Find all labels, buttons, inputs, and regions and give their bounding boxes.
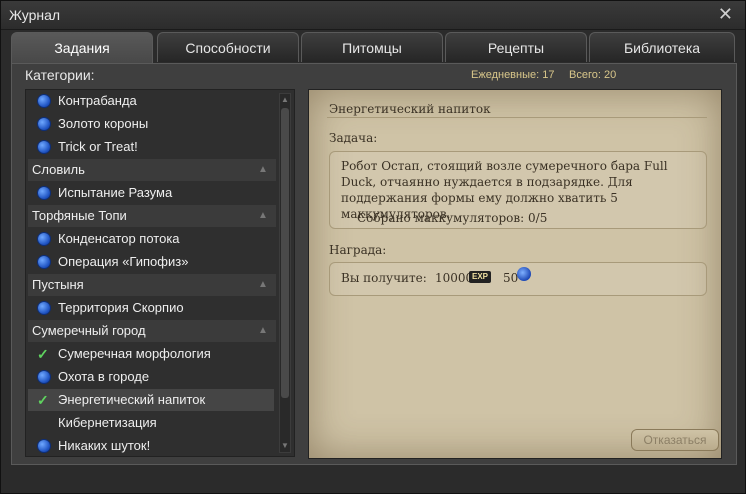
- window-title: Журнал: [9, 7, 61, 23]
- quest-active-icon: [38, 302, 50, 314]
- reward-exp-value: 10000: [435, 271, 474, 285]
- tab-bar: Задания Способности Питомцы Рецепты Библ…: [11, 32, 737, 65]
- collapse-icon[interactable]: ▲: [256, 210, 270, 222]
- quest-row-label: Кибернетизация: [58, 415, 157, 430]
- journal-window: Журнал ✕ Задания Способности Питомцы Рец…: [0, 0, 746, 494]
- scroll-down-icon[interactable]: ▼: [281, 441, 289, 451]
- quest-row[interactable]: Конденсатор потока: [28, 228, 274, 250]
- quest-row-label: Конденсатор потока: [58, 231, 180, 246]
- task-label: Задача:: [329, 131, 378, 145]
- quest-row-label: Trick or Treat!: [58, 139, 138, 154]
- quest-row-label: Территория Скорпио: [58, 300, 184, 315]
- quest-row[interactable]: ✓ Сумеречная морфология: [28, 343, 274, 365]
- quest-complete-icon: ✓: [37, 346, 49, 362]
- tab-pets[interactable]: Питомцы: [301, 32, 443, 62]
- quest-active-icon: [38, 440, 50, 452]
- quest-row[interactable]: Trick or Treat!: [28, 136, 274, 158]
- quest-progress: Собрано маккумуляторов: 0/5: [357, 211, 548, 225]
- total-count: Всего: 20: [569, 69, 617, 81]
- decline-button[interactable]: Отказаться: [631, 429, 719, 451]
- reward-prefix: Вы получите:: [341, 271, 427, 285]
- quest-active-icon: [38, 233, 50, 245]
- quest-row[interactable]: ✓ Энергетический напиток: [28, 389, 274, 411]
- quest-row-label: Никаких шуток!: [58, 438, 151, 453]
- close-icon[interactable]: ✕: [718, 4, 733, 24]
- quest-active-icon: [38, 95, 50, 107]
- quest-row[interactable]: Контрабанда: [28, 90, 274, 112]
- collapse-icon[interactable]: ▲: [256, 279, 270, 291]
- quest-row-label: Испытание Разума: [58, 185, 173, 200]
- categories-label: Категории:: [25, 67, 95, 83]
- quest-active-icon: [38, 141, 50, 153]
- energy-icon: [517, 267, 531, 281]
- collapse-icon[interactable]: ▲: [256, 164, 270, 176]
- quest-row[interactable]: Испытание Разума: [28, 182, 274, 204]
- collapse-icon[interactable]: ▲: [256, 325, 270, 337]
- tab-quests[interactable]: Задания: [11, 32, 153, 65]
- category-header[interactable]: Пустыня ▲: [28, 274, 276, 296]
- scroll-up-icon[interactable]: ▲: [281, 95, 289, 105]
- quest-row-label: Золото короны: [58, 116, 149, 131]
- quest-list: Контрабанда Золото короны Trick or Treat! С…: [25, 89, 295, 457]
- quest-row[interactable]: Территория Скорпио: [28, 297, 274, 319]
- category-header-label: Пустыня: [32, 277, 84, 292]
- quest-row-label: Сумеречная морфология: [58, 346, 211, 361]
- quest-row-label: Охота в городе: [58, 369, 150, 384]
- tab-recipes[interactable]: Рецепты: [445, 32, 587, 62]
- quest-row-label: Энергетический напиток: [58, 392, 206, 407]
- exp-icon: EXP: [469, 271, 491, 283]
- title-bar: Журнал ✕: [1, 1, 745, 30]
- quest-active-icon: [38, 371, 50, 383]
- quest-row[interactable]: Кибернетизация: [28, 412, 274, 434]
- reward-label: Награда:: [329, 243, 387, 257]
- category-header-label: Торфяные Топи: [32, 208, 127, 223]
- quest-complete-icon: ✓: [37, 392, 49, 408]
- quest-row-label: Операция «Гипофиз»: [58, 254, 189, 269]
- category-header-label: Сумеречный город: [32, 323, 146, 338]
- tab-abilities[interactable]: Способности: [157, 32, 299, 62]
- quest-title: Энергетический напиток: [329, 102, 491, 116]
- quest-row[interactable]: Никаких шуток!: [28, 435, 274, 456]
- scrollbar[interactable]: ▲ ▼: [279, 93, 291, 453]
- scroll-thumb[interactable]: [281, 108, 289, 398]
- reward-energy-value: 50: [503, 271, 519, 285]
- divider: [327, 117, 707, 118]
- quest-active-icon: [38, 187, 50, 199]
- quest-row[interactable]: Операция «Гипофиз»: [28, 251, 274, 273]
- quest-row[interactable]: Золото короны: [28, 113, 274, 135]
- quest-active-icon: [38, 118, 50, 130]
- tab-library[interactable]: Библиотека: [589, 32, 735, 62]
- category-header[interactable]: Словиль ▲: [28, 159, 276, 181]
- daily-count: Ежедневные: 17: [471, 69, 555, 81]
- category-header[interactable]: Торфяные Топи ▲: [28, 205, 276, 227]
- quest-row[interactable]: Охота в городе: [28, 366, 274, 388]
- category-header-label: Словиль: [32, 162, 85, 177]
- quest-row-label: Контрабанда: [58, 93, 137, 108]
- category-header[interactable]: Сумеречный город ▲: [28, 320, 276, 342]
- quest-active-icon: [38, 256, 50, 268]
